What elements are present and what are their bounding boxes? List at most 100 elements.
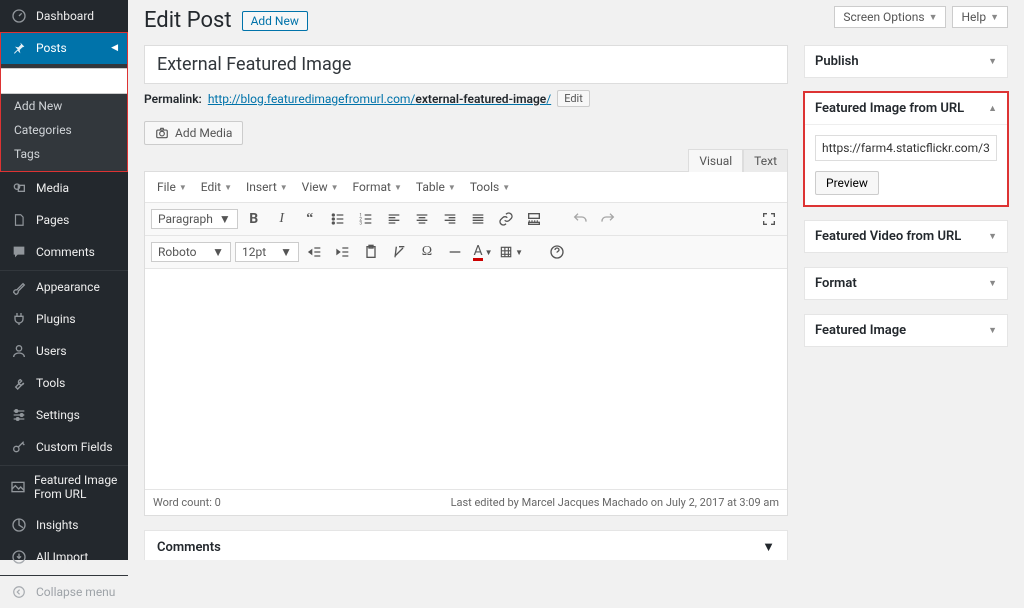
comments-heading[interactable]: Comments ▼ xyxy=(145,531,787,560)
chevron-down-icon: ▼ xyxy=(988,231,997,242)
italic-button[interactable]: I xyxy=(270,207,294,231)
media-icon xyxy=(10,179,28,197)
font-size-select[interactable]: 12pt▼ xyxy=(235,242,299,262)
sidebar-sub-categories[interactable]: Categories xyxy=(0,118,128,142)
undo-button[interactable] xyxy=(568,207,592,231)
help-button[interactable]: Help▼ xyxy=(952,6,1008,28)
paste-button[interactable] xyxy=(359,240,383,264)
fullscreen-button[interactable] xyxy=(757,207,781,231)
sidebar-label: Settings xyxy=(36,408,80,422)
align-justify-button[interactable] xyxy=(466,207,490,231)
menu-edit[interactable]: Edit▼ xyxy=(195,176,238,198)
sliders-icon xyxy=(10,406,28,424)
chevron-down-icon: ▼ xyxy=(212,245,224,259)
fifu-url-input[interactable] xyxy=(815,135,997,161)
fifu-heading[interactable]: Featured Image from URL▲ xyxy=(805,93,1007,125)
sidebar-item-media[interactable]: Media xyxy=(0,172,128,204)
key-icon xyxy=(10,438,28,456)
editor-toolbar-2: Roboto▼ 12pt▼ Ω A▼ ▼ xyxy=(145,236,787,269)
chevron-down-icon: ▼ xyxy=(762,539,775,555)
sidebar-item-insights[interactable]: Insights xyxy=(0,509,128,541)
sidebar-item-all-import[interactable]: All Import xyxy=(0,541,128,573)
sidebar-item-posts[interactable]: Posts ◀ xyxy=(0,32,128,64)
menu-view[interactable]: View▼ xyxy=(296,176,345,198)
chevron-down-icon: ▼ xyxy=(219,212,231,226)
text-color-button[interactable]: A▼ xyxy=(471,240,495,264)
sidebar-item-plugins[interactable]: Plugins xyxy=(0,303,128,335)
collapse-menu[interactable]: Collapse menu xyxy=(0,575,128,608)
outdent-button[interactable] xyxy=(303,240,327,264)
sidebar-item-custom-fields[interactable]: Custom Fields xyxy=(0,431,128,463)
add-media-button[interactable]: Add Media xyxy=(144,121,243,145)
editor-tab-visual[interactable]: Visual xyxy=(688,149,743,172)
hr-button[interactable] xyxy=(443,240,467,264)
last-edited: Last edited by Marcel Jacques Machado on… xyxy=(451,496,779,509)
user-icon xyxy=(10,342,28,360)
sidebar-item-appearance[interactable]: Appearance xyxy=(0,270,128,303)
gauge-icon xyxy=(10,7,28,25)
redo-button[interactable] xyxy=(596,207,620,231)
number-list-button[interactable]: 123 xyxy=(354,207,378,231)
publish-heading[interactable]: Publish▼ xyxy=(805,46,1007,77)
bullet-list-button[interactable] xyxy=(326,207,350,231)
fifu-metabox: Featured Image from URL▲ Preview xyxy=(804,92,1008,206)
comment-icon xyxy=(10,243,28,261)
editor-canvas[interactable] xyxy=(145,269,787,489)
permalink-row: Permalink: http://blog.featuredimagefrom… xyxy=(144,90,788,107)
font-select[interactable]: Roboto▼ xyxy=(151,242,231,262)
sidebar-sub-add-new[interactable]: Add New xyxy=(0,94,128,118)
editor-statusbar: Word count: 0 Last edited by Marcel Jacq… xyxy=(145,489,787,515)
top-right-buttons: Screen Options▼ Help▼ xyxy=(834,6,1008,28)
chevron-right-icon: ◀ xyxy=(111,43,118,53)
chevron-down-icon: ▼ xyxy=(224,183,232,192)
menu-insert[interactable]: Insert▼ xyxy=(240,176,294,198)
blockquote-button[interactable]: “ xyxy=(298,207,322,231)
admin-sidebar: Dashboard Posts ◀ All Posts Add New Cate… xyxy=(0,0,128,560)
clear-format-button[interactable] xyxy=(387,240,411,264)
plug-icon xyxy=(10,310,28,328)
align-right-button[interactable] xyxy=(438,207,462,231)
chevron-up-icon: ▲ xyxy=(988,103,997,114)
align-left-button[interactable] xyxy=(382,207,406,231)
format-heading[interactable]: Format▼ xyxy=(805,268,1007,299)
indent-button[interactable] xyxy=(331,240,355,264)
menu-tools[interactable]: Tools▼ xyxy=(464,176,516,198)
align-center-button[interactable] xyxy=(410,207,434,231)
sidebar-label: Comments xyxy=(36,245,95,259)
menu-file[interactable]: File▼ xyxy=(151,176,193,198)
edit-permalink-button[interactable]: Edit xyxy=(557,90,590,107)
help-icon-button[interactable] xyxy=(545,240,569,264)
menu-format[interactable]: Format▼ xyxy=(347,176,408,198)
more-button[interactable] xyxy=(522,207,546,231)
sidebar-item-settings[interactable]: Settings xyxy=(0,399,128,431)
chevron-down-icon: ▼ xyxy=(988,278,997,289)
sidebar-sub-all-posts[interactable]: All Posts xyxy=(0,68,128,94)
format-select[interactable]: Paragraph▼ xyxy=(151,209,238,229)
wrench-icon xyxy=(10,374,28,392)
add-new-button[interactable]: Add New xyxy=(242,11,308,31)
sidebar-item-pages[interactable]: Pages xyxy=(0,204,128,236)
sidebar-label: Users xyxy=(36,344,67,358)
sidebar-item-comments[interactable]: Comments xyxy=(0,236,128,268)
special-char-button[interactable]: Ω xyxy=(415,240,439,264)
sidebar-item-dashboard[interactable]: Dashboard xyxy=(0,0,128,32)
chevron-down-icon: ▼ xyxy=(502,183,510,192)
import-icon xyxy=(10,548,28,566)
sidebar-sub-tags[interactable]: Tags xyxy=(0,142,128,166)
sidebar-item-users[interactable]: Users xyxy=(0,335,128,367)
screen-options-button[interactable]: Screen Options▼ xyxy=(834,6,946,28)
permalink-link[interactable]: http://blog.featuredimagefromurl.com/ext… xyxy=(208,92,551,106)
editor-tab-text[interactable]: Text xyxy=(743,149,788,172)
fifu-preview-button[interactable]: Preview xyxy=(815,171,879,195)
menu-table[interactable]: Table▼ xyxy=(410,176,462,198)
post-title-input[interactable] xyxy=(144,45,788,84)
bold-button[interactable]: B xyxy=(242,207,266,231)
link-button[interactable] xyxy=(494,207,518,231)
sidebar-item-tools[interactable]: Tools xyxy=(0,367,128,399)
featured-video-heading[interactable]: Featured Video from URL▼ xyxy=(805,221,1007,252)
chevron-down-icon: ▼ xyxy=(929,12,938,23)
sidebar-item-fifu[interactable]: Featured Image From URL xyxy=(0,465,128,509)
featured-image-heading[interactable]: Featured Image▼ xyxy=(805,315,1007,346)
table-button[interactable]: ▼ xyxy=(499,240,523,264)
sidebar-label: All Import xyxy=(36,550,88,564)
